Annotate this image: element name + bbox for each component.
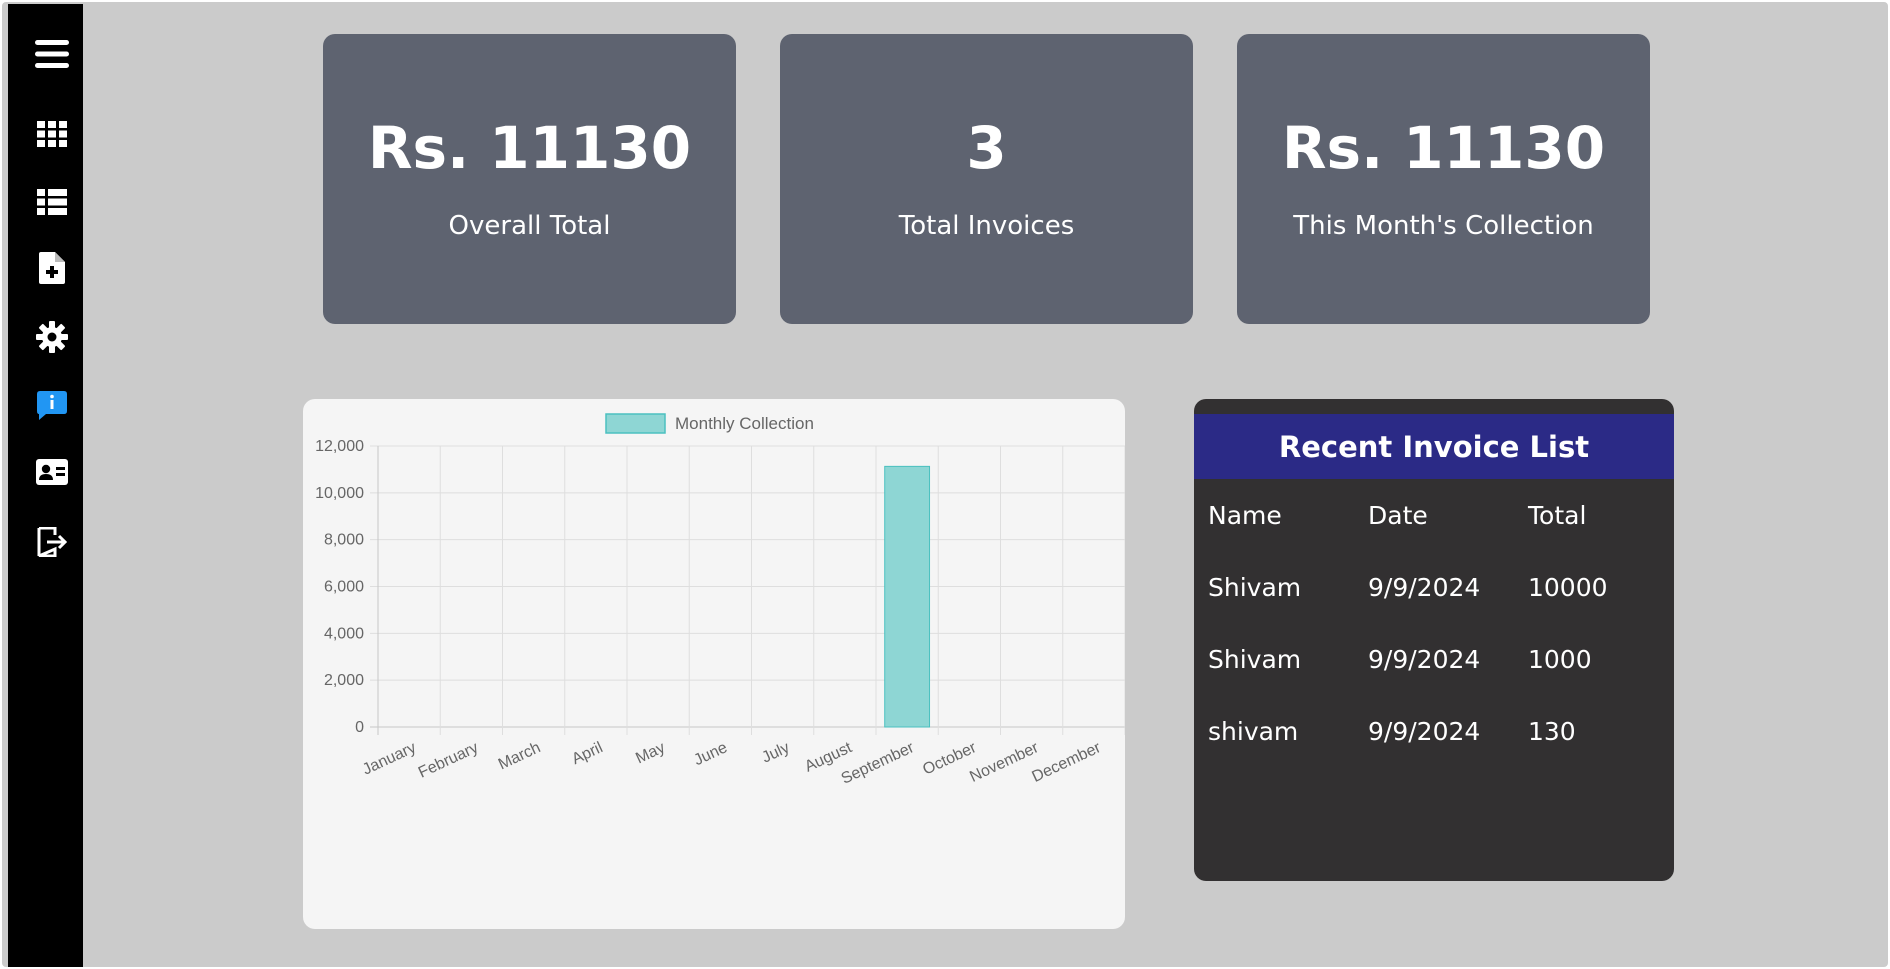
app-frame: Rs. 11130 Overall Total 3 Total Invoices… [0,0,1890,969]
monthly-collection-chart: 0 2,000 4,000 6,000 8,000 10,000 12,000 January… [303,399,1125,929]
y-tick-label: 2,000 [324,672,364,689]
month-collection-value: Rs. 11130 [1281,114,1606,182]
legend-label: Monthly Collection [675,414,814,433]
x-tick-label: November [967,739,1042,786]
total-invoices-card: 3 Total Invoices [780,34,1193,324]
list-icon[interactable] [32,182,72,222]
x-tick-label: March [496,739,543,773]
y-tick-label: 0 [355,719,364,736]
gear-icon[interactable] [32,317,72,357]
overall-total-value: Rs. 11130 [367,114,692,182]
sidebar [8,4,83,967]
month-collection-label: This Month's Collection [1293,211,1594,241]
logout-icon[interactable] [32,522,72,562]
x-tick-label: April [569,739,605,768]
header-total: Total [1528,501,1587,530]
y-tick-label: 4,000 [324,625,364,642]
row-name: Shivam [1208,573,1302,602]
x-tick-label: January [360,739,419,778]
header-date: Date [1368,501,1428,530]
overall-total-card: Rs. 11130 Overall Total [323,34,736,324]
menu-icon[interactable] [32,34,72,74]
chart-canvas: 0 2,000 4,000 6,000 8,000 10,000 12,000 January… [315,413,1125,788]
info-chat-icon[interactable] [32,386,72,426]
recent-invoice-panel: Recent Invoice List Name Date Total Shiv… [1194,399,1674,881]
row-total: 130 [1528,717,1576,746]
row-name: Shivam [1208,645,1302,674]
row-date: 9/9/2024 [1368,717,1481,746]
y-tick-label: 12,000 [315,438,364,455]
x-tick-label: June [691,739,730,769]
total-invoices-value: 3 [966,114,1007,182]
row-total: 10000 [1528,573,1608,602]
file-add-icon[interactable] [32,248,72,288]
bar [884,465,931,728]
overall-total-label: Overall Total [448,211,611,241]
x-tick-label: December [1029,739,1104,786]
x-tick-label: February [416,739,481,781]
x-tick-label: May [633,739,668,767]
legend-swatch [605,413,666,434]
row-date: 9/9/2024 [1368,573,1481,602]
x-tick-label: July [759,739,792,766]
invoice-list-title: Recent Invoice List [1194,414,1674,479]
row-name: shivam [1208,717,1299,746]
y-tick-label: 10,000 [315,485,364,502]
header-name: Name [1208,501,1282,530]
y-tick-label: 8,000 [324,532,364,549]
total-invoices-label: Total Invoices [898,211,1075,241]
grid-icon[interactable] [32,114,72,154]
y-tick-label: 6,000 [324,579,364,596]
row-total: 1000 [1528,645,1592,674]
row-date: 9/9/2024 [1368,645,1481,674]
contact-card-icon[interactable] [32,452,72,492]
month-collection-card: Rs. 11130 This Month's Collection [1237,34,1650,324]
